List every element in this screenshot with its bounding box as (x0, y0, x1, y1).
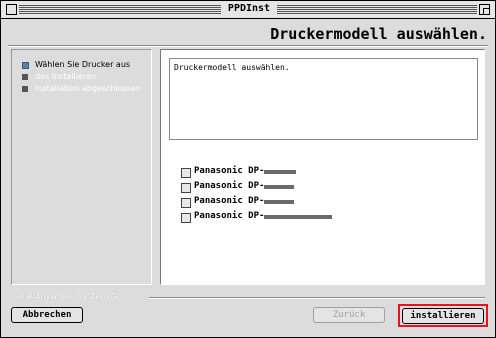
title-stripes-left (19, 5, 221, 14)
printer-label: Panasonic DP- (194, 166, 265, 176)
step-label: Installation abgeschlossen (35, 84, 141, 93)
printer-label: Panasonic DP- (194, 211, 265, 221)
title-stripes-right (277, 5, 477, 14)
back-button[interactable]: Zurück (313, 307, 385, 323)
title-bar[interactable]: PPDInst (1, 1, 495, 19)
cancel-button[interactable]: Abbrechen (11, 307, 83, 323)
redacted-model-number (264, 170, 296, 174)
installer-window: PPDInst Druckermodell auswählen. Wählen … (0, 0, 496, 338)
steps-sidebar: Wählen Sie Drucker aus das Installieren … (11, 49, 152, 285)
step-bullet-icon (22, 74, 28, 80)
redacted-model-number (264, 215, 332, 219)
checkbox[interactable] (181, 183, 191, 193)
step-bullet-icon (22, 86, 28, 92)
checkbox[interactable] (181, 213, 191, 223)
redacted-model-number (264, 185, 294, 189)
printer-label: Panasonic DP- (194, 181, 265, 191)
close-box-icon[interactable] (6, 4, 17, 15)
footer-divider (149, 297, 485, 299)
main-panel: Druckermodell auswählen. Panasonic DP- P… (160, 49, 485, 285)
installanywhere-branding: InstallAnywhere by Zero G (11, 292, 117, 301)
header-divider (8, 45, 488, 47)
window-title: PPDInst (227, 3, 271, 14)
description-text-area[interactable]: Druckermodell auswählen. (169, 58, 478, 140)
redacted-model-number (264, 200, 294, 204)
printer-label: Panasonic DP- (194, 196, 265, 206)
install-button-highlight (398, 304, 488, 327)
step-current-bullet-icon (22, 62, 29, 69)
page-heading: Druckermodell auswählen. (270, 25, 487, 43)
step-label: Wählen Sie Drucker aus (35, 60, 131, 69)
zoom-box-icon[interactable] (479, 4, 490, 15)
checkbox[interactable] (181, 198, 191, 208)
checkbox[interactable] (181, 168, 191, 178)
step-label: das Installieren (35, 72, 97, 81)
